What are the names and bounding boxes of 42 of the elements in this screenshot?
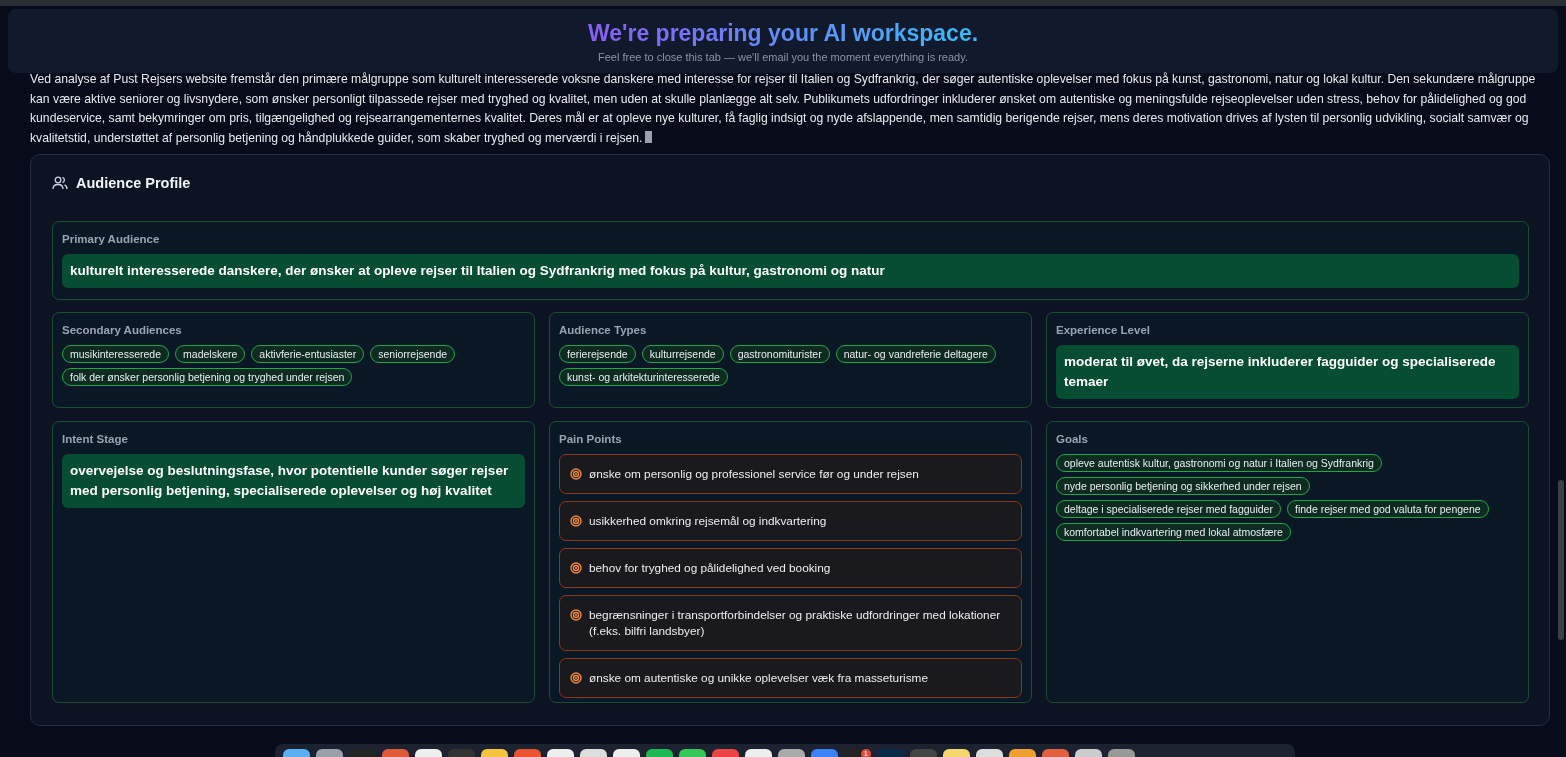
audience-tag: opleve autentisk kultur, gastronomi og natur i Italien og Sydfrankrig xyxy=(1056,454,1382,472)
banner-subtitle: Feel free to close this tab — we'll email you the moment everything is ready. xyxy=(598,50,968,63)
section-label: Goals xyxy=(1056,433,1089,445)
app-icon[interactable]: 1 xyxy=(844,749,871,757)
audience-tag: ferierejsende xyxy=(559,345,636,363)
highlight-text: overvejelse og beslutningsfase, hvor potentielle kunder søger rejser med personlig betjening, specialiserede oplevelser og høj kvalitet xyxy=(62,454,525,508)
pain-point-text: ønske om personlig og professionel service før og under rejsen xyxy=(589,466,919,482)
audience-tag: deltage i specialiserede rejser med fagguider xyxy=(1056,500,1281,518)
audience-tag: kunst- og arkitekturinteresserede xyxy=(559,368,728,386)
section-label: Intent Stage xyxy=(62,433,129,445)
section-label: Secondary Audiences xyxy=(62,324,183,336)
audience-tag: finde rejser med god valuta for pengene xyxy=(1286,500,1489,518)
notification-badge: 1 xyxy=(860,749,871,757)
scrollbar[interactable] xyxy=(1558,480,1564,640)
pain-point-text: begrænsninger i transportforbindelser og praktiske udfordringer med lokationer (f.eks. bilfri landsbyer) xyxy=(589,607,1002,639)
pain-point-text: behov for tryghed og pålidelighed ved booking xyxy=(589,560,831,576)
audience-tag: komfortabel indkvartering med lokal atmosfære xyxy=(1056,523,1291,541)
audience-tag: natur- og vandreferie deltagere xyxy=(835,345,996,363)
pain-point-text: usikkerhed omkring rejsemål og indkvartering xyxy=(589,513,827,529)
audience-tag: gastronomiturister xyxy=(729,345,830,363)
target-icon xyxy=(570,468,582,480)
highlight-text: moderat til øvet, da rejserne inkluderer fagguider og specialiserede temaer xyxy=(1056,345,1519,399)
audience-tag: kulturrejsende xyxy=(641,345,724,363)
section-label: Audience Types xyxy=(559,324,648,336)
target-icon xyxy=(570,515,582,527)
audience-tag: folk der ønsker personlig betjening og tryghed under rejsen xyxy=(62,368,353,386)
audience-tag: seniorrejsende xyxy=(370,345,456,363)
users-icon xyxy=(52,175,68,191)
target-icon xyxy=(570,609,582,621)
pain-point-text: ønske om autentiske og unikke oplevelser væk fra masseturisme xyxy=(589,670,928,686)
section-label: Pain Points xyxy=(559,433,623,445)
audience-tag: madelskere xyxy=(175,345,246,363)
target-icon xyxy=(570,672,582,684)
card-title: Audience Profile xyxy=(76,175,191,191)
section-label: Primary Audience xyxy=(62,233,161,245)
target-icon xyxy=(570,562,582,574)
analysis-paragraph: Ved analyse af Pust Rejsers website fremstår den primære målgruppe som kulturelt interesserede voksne danskere med interesse for rejser til Italien og Sydfrankrig, der søger autentiske oplevelser med fokus på kunst, gastronomi, natur og lokal kultur. Den sekundære målgruppe kan være aktive seniorer og livsnydere, som ønsker personligt tilpassede rejser med tryghed og kvalitet, men uden at skulle planlægge alt selv. Publikumets udfordringer inkluderer ønsket om autentiske og meningsfulde rejseoplevelser uden stress, behov for pålidelighed og god kundeservice, samt bekymringer om pris, tilgængelighed og rejsearrangementernes kvalitet. Deres mål er at opleve nye kulturer, få faglig indsigt og nyde afslappende, men samtidig berigende rejser, mens deres motivation drives af lysten til personlig udvikling, socialt samvær og kvalitetstid, understøttet af personlig betjening og håndplukkede guider, som skaber tryghed og merværdi i rejsen. xyxy=(30,71,1537,147)
audience-tag: aktivferie-entusiaster xyxy=(251,345,365,363)
audience-tag: nyde personlig betjening og sikkerhed under rejsen xyxy=(1056,477,1310,495)
section-label: Experience Level xyxy=(1056,324,1151,336)
highlight-text: kulturelt interesserede danskere, der ønsker at opleve rejser til Italien og Sydfrankrig med fokus på kultur, gastronomi og natur xyxy=(62,254,1519,288)
audience-tag: musikinteresserede xyxy=(62,345,170,363)
